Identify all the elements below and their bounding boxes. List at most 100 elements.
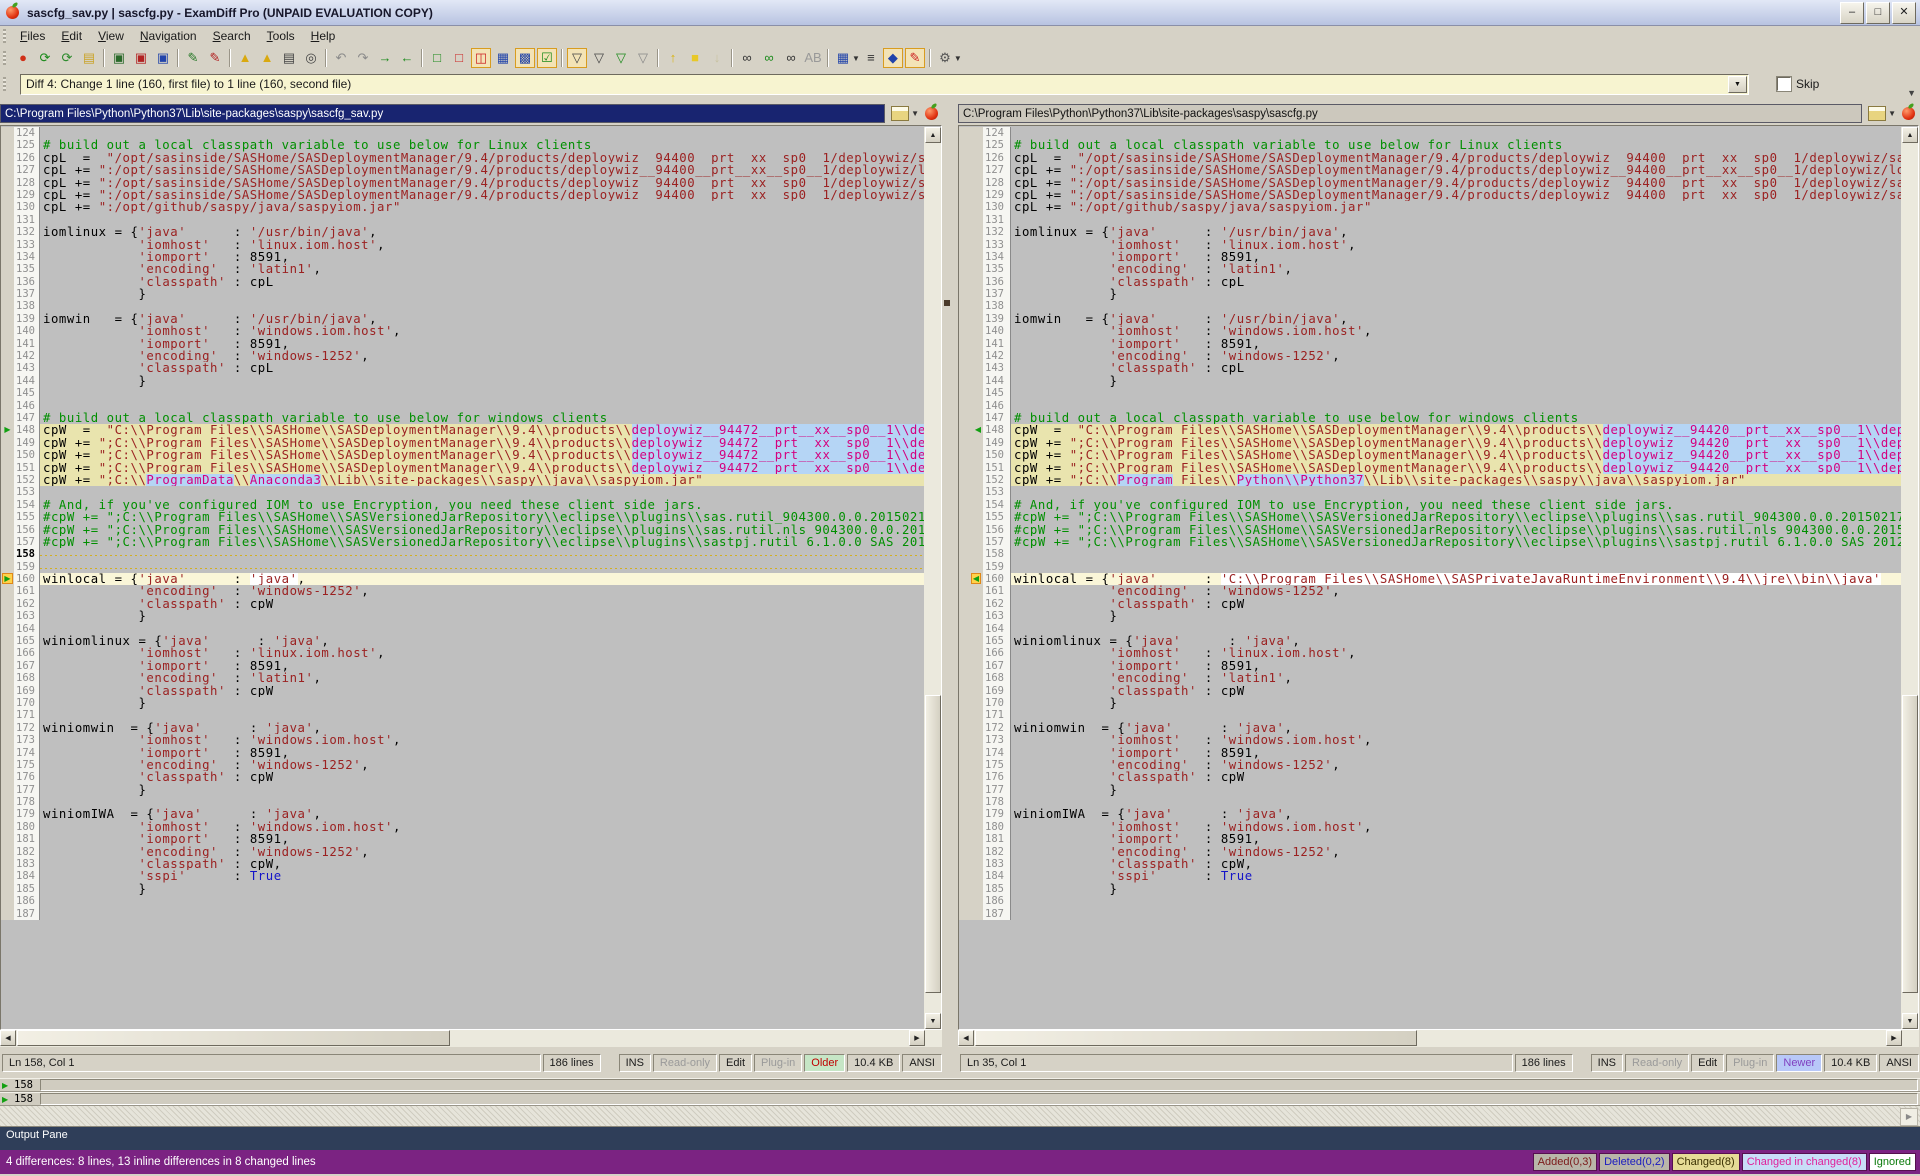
scroll-down-icon[interactable]: ▼ bbox=[1902, 1013, 1918, 1029]
output-pane-splitter[interactable]: ▶ bbox=[0, 1106, 1920, 1126]
diff-marker bbox=[1, 486, 14, 498]
line-number: 130 bbox=[14, 201, 40, 213]
vertical-scrollbar-left[interactable]: ▲▼ bbox=[924, 127, 941, 1029]
line-number: 171 bbox=[983, 709, 1011, 721]
menu-tools[interactable]: Tools bbox=[259, 27, 303, 45]
line-number: 132 bbox=[983, 226, 1011, 238]
filter-add-icon[interactable]: ▽ bbox=[611, 48, 631, 68]
diff-marker bbox=[1, 263, 14, 275]
maximize-button[interactable]: □ bbox=[1866, 2, 1890, 24]
diff-marker bbox=[1, 771, 14, 783]
vscroll-thumb[interactable] bbox=[925, 695, 941, 993]
match-case-icon[interactable]: AB bbox=[803, 48, 823, 68]
status-edit[interactable]: Edit bbox=[1691, 1054, 1724, 1072]
show-left-only-icon[interactable]: □ bbox=[449, 48, 469, 68]
line-details-icon[interactable]: ≡ bbox=[861, 48, 881, 68]
compare-icon[interactable]: ● bbox=[13, 48, 33, 68]
edit-second-icon[interactable]: ✎ bbox=[205, 48, 225, 68]
menu-edit[interactable]: Edit bbox=[53, 27, 90, 45]
show-diffs-only-icon[interactable]: ☑ bbox=[537, 48, 557, 68]
print-dropdown-icon[interactable]: ▼ bbox=[1888, 109, 1896, 118]
options-icon-dropdown[interactable]: ▼ bbox=[954, 54, 962, 63]
plugins-icon[interactable]: ◆ bbox=[883, 48, 903, 68]
skip-checkbox[interactable] bbox=[1777, 77, 1791, 91]
scroll-right-icon[interactable]: ▶ bbox=[909, 1030, 925, 1046]
edit-first-icon[interactable]: ✎ bbox=[183, 48, 203, 68]
scroll-right-icon[interactable]: ▶ bbox=[1886, 1030, 1902, 1046]
show-right-only-icon[interactable]: ◫ bbox=[471, 48, 491, 68]
splitter-handle[interactable] bbox=[944, 300, 950, 306]
print-icon[interactable] bbox=[1868, 106, 1886, 121]
toolbar-grip[interactable] bbox=[3, 51, 6, 65]
filter-icon[interactable]: ▽ bbox=[567, 48, 587, 68]
scroll-up-icon[interactable]: ▲ bbox=[1902, 127, 1918, 143]
code-text: # And, if you've configured IOM to use E… bbox=[40, 499, 924, 511]
scroll-left-icon[interactable]: ◀ bbox=[958, 1030, 974, 1046]
save-icon[interactable]: ▣ bbox=[109, 48, 129, 68]
show-identical-icon[interactable]: □ bbox=[427, 48, 447, 68]
print-dropdown-icon[interactable]: ▼ bbox=[911, 109, 919, 118]
open-files-icon[interactable]: ▤ bbox=[79, 48, 99, 68]
save-second-icon[interactable]: ▣ bbox=[153, 48, 173, 68]
first-change-icon[interactable]: ▲ bbox=[235, 48, 255, 68]
redo-icon[interactable]: ↷ bbox=[353, 48, 373, 68]
edit-line-field[interactable] bbox=[40, 1093, 1918, 1105]
line-number: 153 bbox=[983, 486, 1011, 498]
view-options-icon-dropdown[interactable]: ▼ bbox=[852, 54, 860, 63]
scroll-left-icon[interactable]: ◀ bbox=[0, 1030, 16, 1046]
minimize-button[interactable]: – bbox=[1840, 2, 1864, 24]
sync-scroll-icon[interactable]: ▩ bbox=[515, 48, 535, 68]
toolbar-overflow-chevron-icon[interactable]: ▼ bbox=[1907, 88, 1916, 98]
menu-search[interactable]: Search bbox=[205, 27, 259, 45]
scroll-up-icon[interactable]: ▲ bbox=[925, 127, 941, 143]
find-prev-icon[interactable]: ∞ bbox=[781, 48, 801, 68]
scroll-down-icon[interactable]: ▼ bbox=[925, 1013, 941, 1029]
filter-lines-icon[interactable]: ▽ bbox=[589, 48, 609, 68]
next-diff-icon[interactable]: → bbox=[375, 48, 395, 68]
status-edit[interactable]: Edit bbox=[719, 1054, 752, 1072]
find-icon[interactable]: ∞ bbox=[737, 48, 757, 68]
menu-view[interactable]: View bbox=[90, 27, 132, 45]
vscroll-thumb[interactable] bbox=[1902, 695, 1918, 993]
code-text: 'iomhost' : 'linux.iom.host', bbox=[1011, 647, 1901, 659]
edit-line-field[interactable] bbox=[40, 1079, 1918, 1091]
current-diff-combo[interactable]: Diff 4: Change 1 line (160, first file) … bbox=[20, 74, 1749, 95]
diff-marker bbox=[959, 362, 983, 374]
horizontal-scrollbar-left[interactable]: ◀▶ bbox=[0, 1030, 942, 1047]
swap-panes-icon[interactable]: ⟳ bbox=[57, 48, 77, 68]
badge-added-0-3-: Added(0,3) bbox=[1533, 1153, 1597, 1171]
code-text bbox=[1011, 561, 1901, 573]
view-options-icon[interactable]: ▦ bbox=[833, 48, 853, 68]
menu-files[interactable]: Files bbox=[12, 27, 53, 45]
menu-help[interactable]: Help bbox=[303, 27, 344, 45]
print-icon[interactable] bbox=[891, 106, 909, 121]
close-button[interactable]: ✕ bbox=[1892, 2, 1916, 24]
filter-clear-icon[interactable]: ▽ bbox=[633, 48, 653, 68]
menu-navigation[interactable]: Navigation bbox=[132, 27, 205, 45]
horizontal-scrollbar-right[interactable]: ◀▶ bbox=[958, 1030, 1919, 1047]
menu-grip[interactable] bbox=[3, 29, 6, 43]
find-next-icon[interactable]: ∞ bbox=[759, 48, 779, 68]
highlight-options-icon[interactable]: ✎ bbox=[905, 48, 925, 68]
prev-diff-icon[interactable]: ← bbox=[397, 48, 417, 68]
copy-block-left-icon[interactable]: ↑ bbox=[663, 48, 683, 68]
undo-icon[interactable]: ↶ bbox=[331, 48, 351, 68]
copy-block-icon[interactable]: ■ bbox=[685, 48, 705, 68]
diff-combo-dropdown-icon[interactable]: ▼ bbox=[1728, 76, 1747, 93]
save-first-icon[interactable]: ▣ bbox=[131, 48, 151, 68]
hscroll-thumb[interactable] bbox=[975, 1030, 1417, 1046]
hscroll-thumb[interactable] bbox=[17, 1030, 450, 1046]
options-icon[interactable]: ⚙ bbox=[935, 48, 955, 68]
print-icon[interactable]: ▤ bbox=[279, 48, 299, 68]
next-page-change-icon[interactable]: ▲ bbox=[257, 48, 277, 68]
split-view-icon[interactable]: ▦ bbox=[493, 48, 513, 68]
recompare-icon[interactable]: ⟳ bbox=[35, 48, 55, 68]
diffbar-grip[interactable] bbox=[3, 77, 6, 91]
vertical-scrollbar-right[interactable]: ▲▼ bbox=[1901, 127, 1918, 1029]
code-text bbox=[1011, 796, 1901, 808]
expand-button[interactable]: ▶ bbox=[1900, 1108, 1918, 1126]
copy-block-right-icon[interactable]: ↓ bbox=[707, 48, 727, 68]
print-preview-icon[interactable]: ◎ bbox=[301, 48, 321, 68]
code-text: #cpW += ";C:\\Program Files\\SASHome\\SA… bbox=[1011, 511, 1901, 523]
code-line: ▶148cpW = "C:\\Program Files\\SASHome\\S… bbox=[1, 424, 924, 436]
